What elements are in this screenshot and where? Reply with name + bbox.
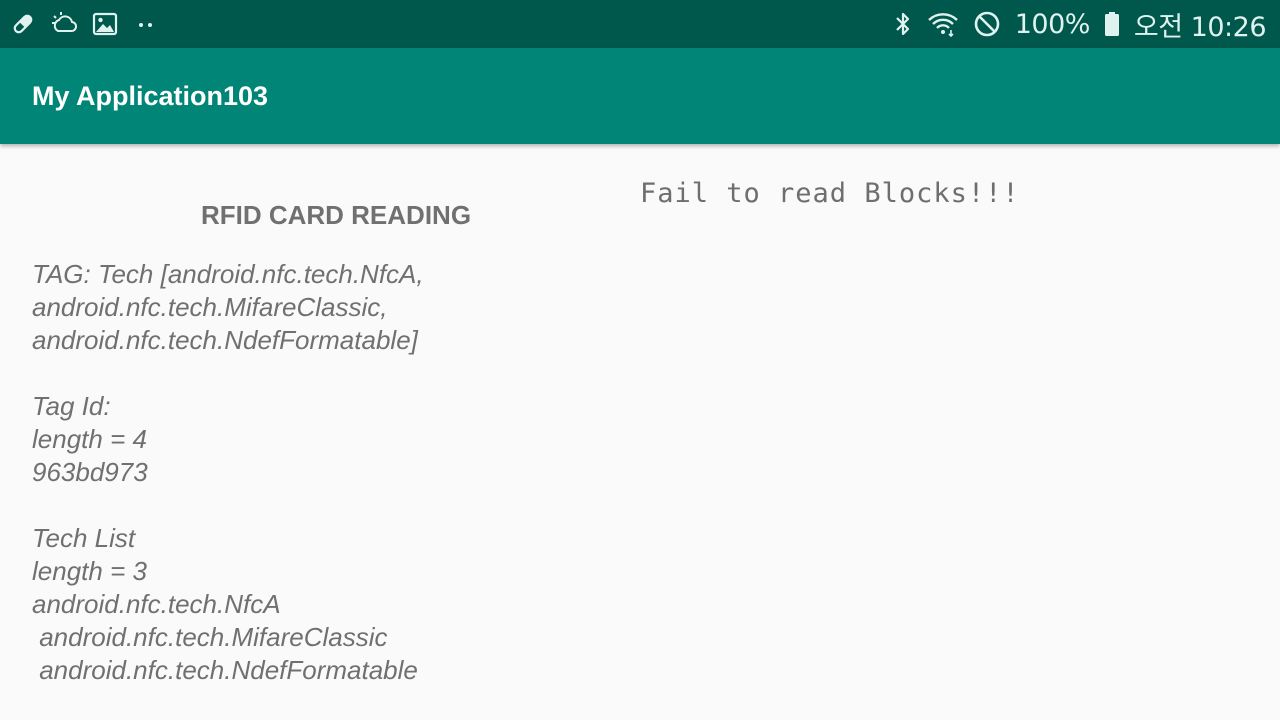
rfid-heading: RFID CARD READING: [200, 200, 472, 230]
image-icon: [92, 11, 118, 37]
bluetooth-icon: [893, 10, 913, 38]
status-bar: 100% 오전 10:26: [0, 0, 1280, 48]
tag-info-text: TAG: Tech [android.nfc.tech.NfcA, androi…: [32, 259, 424, 685]
battery-percentage: 100%: [1014, 8, 1091, 40]
wifi-icon: [927, 10, 959, 38]
cloud-sync-icon: [50, 11, 78, 37]
clock: 오전 10:26: [1133, 11, 1267, 43]
do-not-disturb-icon: [973, 10, 1001, 38]
system-status: 100% 오전 10:26: [893, 5, 1267, 44]
more-dots-icon: [132, 11, 158, 37]
app-title: My Application103: [32, 80, 269, 111]
main-content: RFID CARD READING TAG: Tech [android.nfc…: [0, 144, 1280, 720]
battery-icon: [1104, 10, 1120, 38]
app-bar: My Application103: [0, 48, 1280, 144]
notification-icons: [10, 11, 158, 37]
pen-icon: [10, 11, 36, 37]
read-status-message: Fail to read Blocks!!!: [640, 178, 1020, 209]
